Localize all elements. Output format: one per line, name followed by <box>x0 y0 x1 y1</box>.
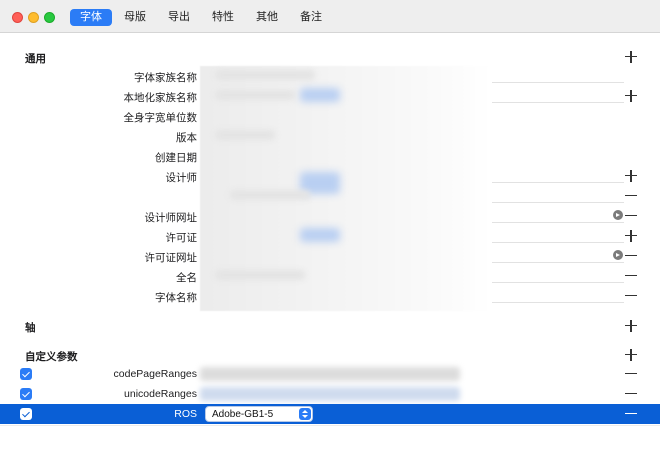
title-bar: 字体 母版 导出 特性 其他 备注 <box>0 0 660 33</box>
blurred-parameter-value <box>200 387 460 401</box>
list-bottom-divider <box>0 425 660 426</box>
blurred-value <box>300 88 340 102</box>
license-field[interactable] <box>492 226 624 243</box>
ros-selected-value: Adobe-GB1-5 <box>212 409 274 420</box>
add-designer-plus-icon[interactable] <box>624 169 638 183</box>
remove-designer-minus-icon[interactable] <box>624 189 638 203</box>
designer-field[interactable] <box>492 166 624 183</box>
remove-postscript-name-minus-icon[interactable] <box>624 289 638 303</box>
postscript-name-field[interactable] <box>492 286 624 303</box>
full-name-field[interactable] <box>492 266 624 283</box>
minimize-window-icon[interactable] <box>28 12 39 23</box>
tab-other[interactable]: 其他 <box>246 9 288 26</box>
tab-masters[interactable]: 母版 <box>114 9 156 26</box>
blurred-value <box>300 228 340 242</box>
remove-parameter-minus-icon[interactable] <box>624 387 638 401</box>
add-license-plus-icon[interactable] <box>624 229 638 243</box>
tab-font[interactable]: 字体 <box>70 9 112 26</box>
add-custom-parameter-plus-icon[interactable] <box>624 348 638 362</box>
add-general-plus-icon[interactable] <box>624 50 638 64</box>
remove-designer-url-minus-icon[interactable] <box>624 209 638 223</box>
blurred-value <box>215 70 315 80</box>
family-name-field[interactable] <box>492 66 624 83</box>
custom-parameter-row[interactable]: codePageRanges <box>0 364 660 384</box>
checkbox-checked-icon[interactable] <box>20 368 32 380</box>
label-version: 版本 <box>176 132 197 144</box>
section-title-axes: 轴 <box>25 322 36 334</box>
remove-full-name-minus-icon[interactable] <box>624 269 638 283</box>
designer-field-2[interactable] <box>492 186 624 203</box>
zoom-window-icon[interactable] <box>44 12 55 23</box>
localized-family-name-field[interactable] <box>492 86 624 103</box>
label-designer-url: 设计师网址 <box>144 212 198 224</box>
custom-parameter-row[interactable]: unicodeRanges <box>0 384 660 404</box>
remove-license-url-minus-icon[interactable] <box>624 249 638 263</box>
open-designer-url-arrow-circle-icon[interactable] <box>613 210 623 220</box>
parameter-name: ROS <box>174 408 197 420</box>
section-title-custom-parameters: 自定义参数 <box>25 351 78 363</box>
parameter-name: unicodeRanges <box>124 388 197 400</box>
tab-export[interactable]: 导出 <box>158 9 200 26</box>
blurred-parameter-value <box>200 367 460 381</box>
close-window-icon[interactable] <box>12 12 23 23</box>
blurred-value <box>230 190 310 200</box>
label-postscript-name: 字体名称 <box>155 292 197 304</box>
remove-parameter-minus-icon[interactable] <box>624 407 638 421</box>
label-license: 许可证 <box>165 232 198 244</box>
label-date: 创建日期 <box>155 152 197 164</box>
custom-parameter-row-selected[interactable]: ROS Adobe-GB1-5 <box>0 404 660 424</box>
ros-popup-select[interactable]: Adobe-GB1-5 <box>205 406 313 422</box>
open-license-url-arrow-circle-icon[interactable] <box>613 250 623 260</box>
label-localized-family-name: 本地化家族名称 <box>123 92 198 104</box>
label-units-per-em: 全身字宽单位数 <box>123 112 198 124</box>
checkbox-checked-icon[interactable] <box>20 388 32 400</box>
section-title-general: 通用 <box>25 53 46 65</box>
blurred-value <box>215 90 295 100</box>
designer-url-field[interactable] <box>492 206 624 223</box>
tab-features[interactable]: 特性 <box>202 9 244 26</box>
tab-notes[interactable]: 备注 <box>290 9 332 26</box>
remove-parameter-minus-icon[interactable] <box>624 367 638 381</box>
parameter-name: codePageRanges <box>113 368 197 380</box>
license-url-field[interactable] <box>492 246 624 263</box>
blurred-value <box>215 130 275 140</box>
add-localized-name-plus-icon[interactable] <box>624 89 638 103</box>
tab-bar: 字体 母版 导出 特性 其他 备注 <box>70 9 332 26</box>
label-designer: 设计师 <box>165 172 198 184</box>
label-family-name: 字体家族名称 <box>134 72 197 84</box>
label-full-name: 全名 <box>176 272 197 284</box>
label-license-url: 许可证网址 <box>144 252 198 264</box>
add-axis-plus-icon[interactable] <box>624 319 638 333</box>
chevron-up-down-icon <box>299 408 311 420</box>
blurred-value <box>215 270 305 280</box>
checkbox-checked-icon[interactable] <box>20 408 32 420</box>
